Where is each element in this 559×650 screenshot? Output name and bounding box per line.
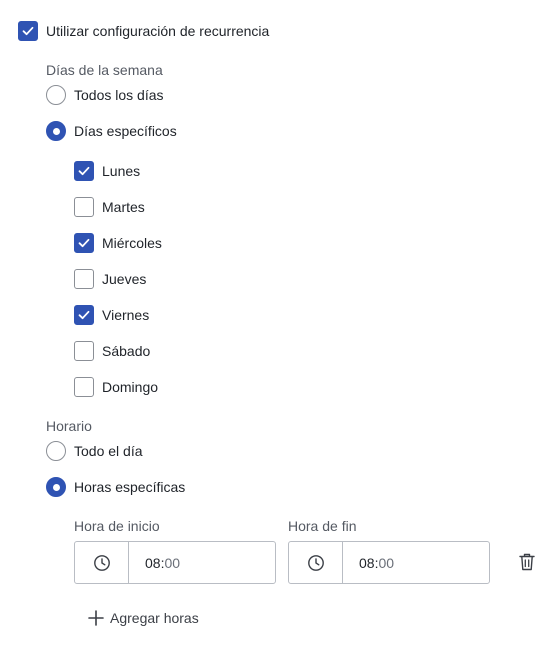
radio-all-day[interactable] [46, 441, 66, 461]
recurrence-label[interactable]: Utilizar configuración de recurrencia [46, 21, 269, 41]
day-checkbox-sunday[interactable] [74, 377, 94, 397]
radio-all-days[interactable] [46, 85, 66, 105]
day-label-friday[interactable]: Viernes [102, 305, 149, 325]
add-hours-button[interactable]: Agregar horas [87, 609, 199, 627]
radio-specific-days-label[interactable]: Días específicos [74, 121, 177, 141]
day-checkbox-saturday[interactable] [74, 341, 94, 361]
day-checkbox-friday[interactable] [74, 305, 94, 325]
end-time-value[interactable]: 08:00 [343, 542, 489, 583]
add-hours-label: Agregar horas [110, 610, 199, 626]
check-icon [78, 238, 90, 248]
day-label-thursday[interactable]: Jueves [102, 269, 146, 289]
end-time-label: Hora de fin [288, 518, 357, 534]
radio-specific-hours[interactable] [46, 477, 66, 497]
end-time-minutes: 00 [378, 554, 395, 571]
trash-icon [519, 553, 535, 571]
day-label-monday[interactable]: Lunes [102, 161, 140, 181]
start-time-label: Hora de inicio [74, 518, 160, 534]
weekdays-section-title: Días de la semana [46, 62, 163, 78]
start-time-field[interactable]: 08:00 [74, 541, 276, 584]
day-label-tuesday[interactable]: Martes [102, 197, 145, 217]
end-time-field[interactable]: 08:00 [288, 541, 490, 584]
start-clock-button[interactable] [75, 542, 129, 583]
check-icon [22, 26, 34, 36]
day-checkbox-wednesday[interactable] [74, 233, 94, 253]
schedule-section-title: Horario [46, 418, 92, 434]
radio-specific-days[interactable] [46, 121, 66, 141]
clock-icon [93, 554, 110, 571]
radio-all-day-label[interactable]: Todo el día [74, 441, 143, 461]
day-label-sunday[interactable]: Domingo [102, 377, 158, 397]
delete-hours-button[interactable] [517, 552, 537, 572]
day-checkbox-monday[interactable] [74, 161, 94, 181]
clock-icon [307, 554, 324, 571]
end-time-hours: 08 [359, 554, 375, 571]
start-time-hours: 08 [145, 554, 161, 571]
radio-all-days-label[interactable]: Todos los días [74, 85, 164, 105]
start-time-minutes: 00 [164, 554, 181, 571]
day-checkbox-thursday[interactable] [74, 269, 94, 289]
day-label-saturday[interactable]: Sábado [102, 341, 150, 361]
check-icon [78, 310, 90, 320]
end-clock-button[interactable] [289, 542, 343, 583]
check-icon [78, 166, 90, 176]
recurrence-checkbox[interactable] [18, 21, 38, 41]
day-label-wednesday[interactable]: Miércoles [102, 233, 162, 253]
start-time-value[interactable]: 08:00 [129, 542, 275, 583]
plus-icon [88, 610, 104, 626]
radio-specific-hours-label[interactable]: Horas específicas [74, 477, 185, 497]
day-checkbox-tuesday[interactable] [74, 197, 94, 217]
